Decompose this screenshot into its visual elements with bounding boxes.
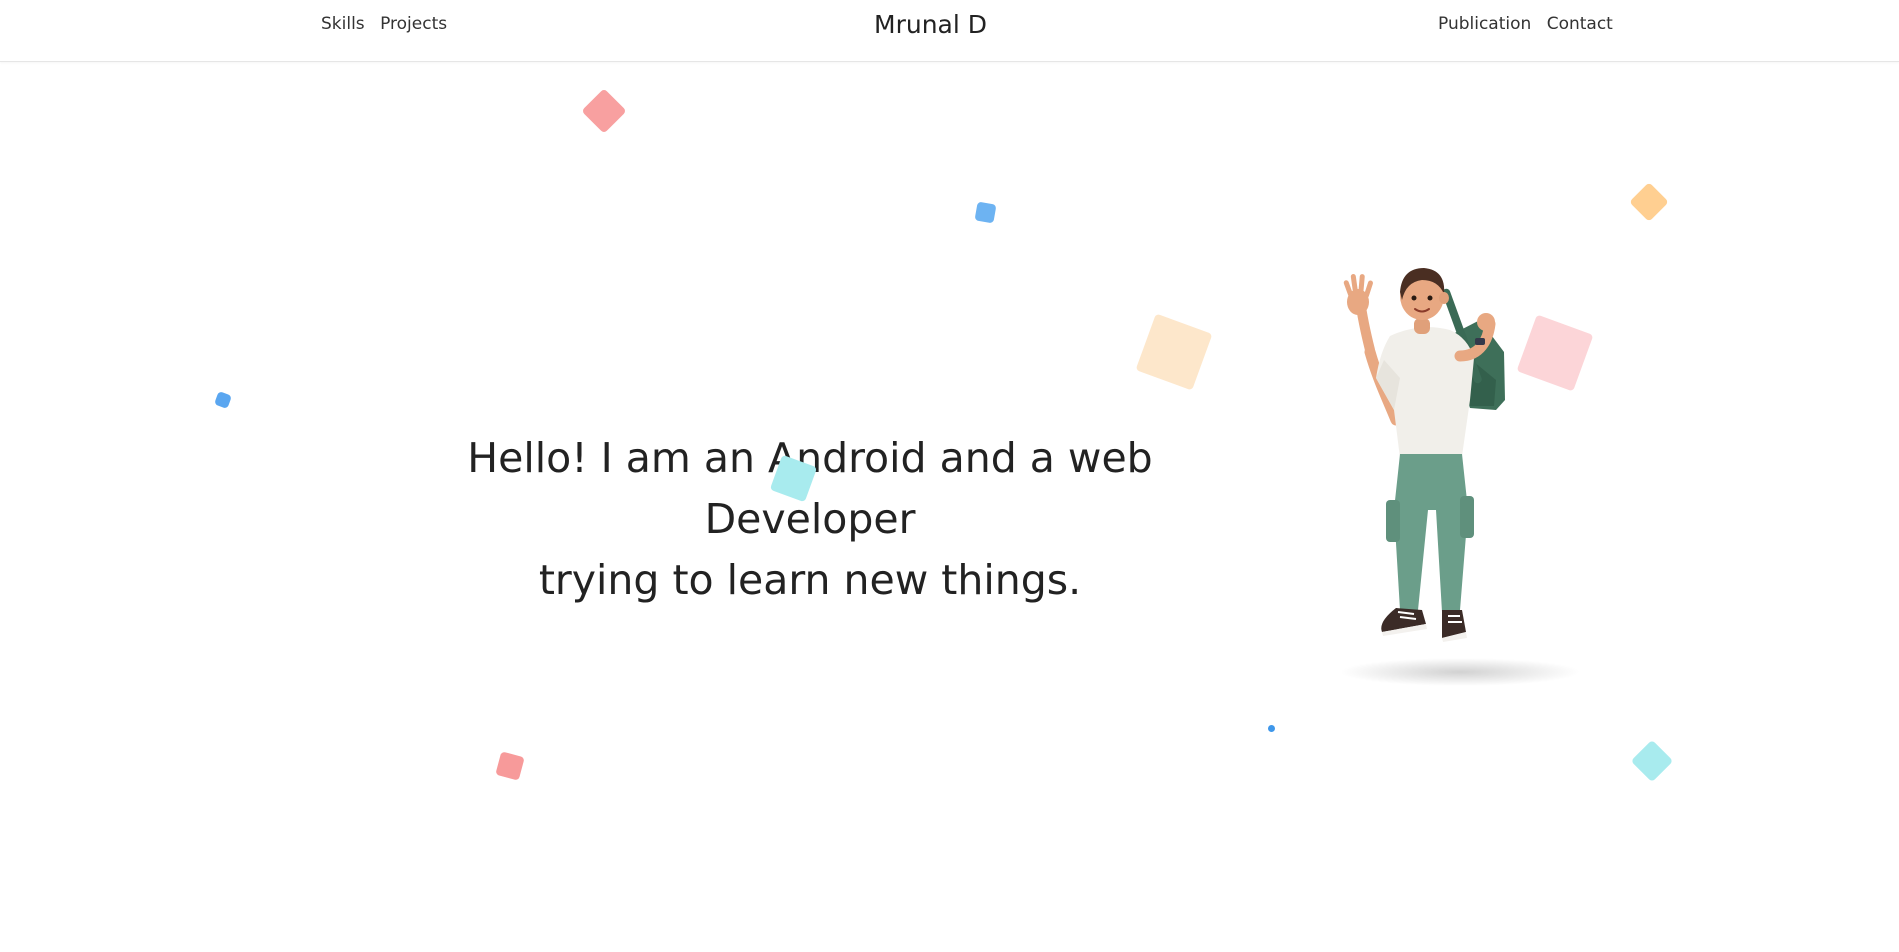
site-title[interactable]: Mrunal D xyxy=(874,10,987,39)
top-navigation-bar: Skills Projects Mrunal D Publication Con… xyxy=(0,0,1899,62)
decor-square-blue xyxy=(974,201,997,224)
hero-text: Hello! I am an Android and a web Develop… xyxy=(365,428,1255,611)
nav-link-skills[interactable]: Skills xyxy=(321,14,365,34)
waving-developer-illustration xyxy=(1340,268,1580,686)
nav-left: Skills Projects xyxy=(321,14,457,34)
page: Skills Projects Mrunal D Publication Con… xyxy=(0,0,1899,952)
nav-right: Publication Contact xyxy=(1438,14,1623,34)
decor-square-teal xyxy=(1630,739,1674,783)
decor-square-orange xyxy=(1629,182,1669,222)
nav-link-publication[interactable]: Publication xyxy=(1438,14,1531,34)
decor-square-red xyxy=(581,88,627,134)
decor-square-peach xyxy=(1135,313,1213,391)
decor-square-blue-tiny xyxy=(1266,723,1277,734)
decor-square-blue-small xyxy=(214,391,232,409)
nav-link-contact[interactable]: Contact xyxy=(1547,14,1613,34)
hero-line-2: trying to learn new things. xyxy=(538,556,1082,604)
decor-square-red-small xyxy=(495,751,525,781)
nav-link-projects[interactable]: Projects xyxy=(380,14,447,34)
hero-line-1: Hello! I am an Android and a web Develop… xyxy=(467,434,1153,543)
